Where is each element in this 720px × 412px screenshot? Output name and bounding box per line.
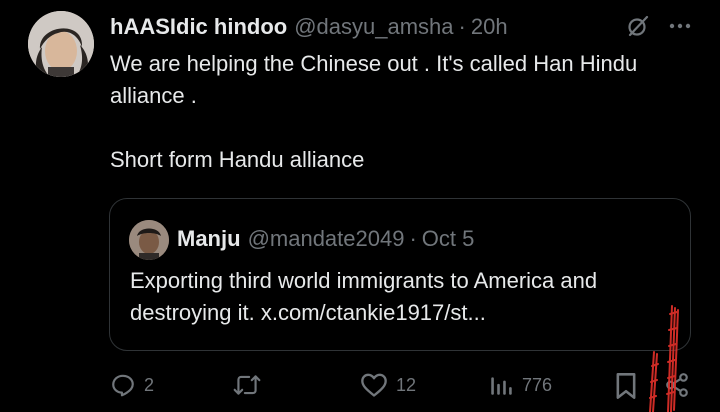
quoted-post-card[interactable]: Manju @mandate2049 · Oct 5 Exporting thi… — [109, 198, 691, 351]
quoted-post-header: Manju @mandate2049 · Oct 5 — [177, 224, 474, 254]
quoted-author-name[interactable]: Manju — [177, 226, 241, 252]
views-bar-icon — [488, 372, 514, 398]
retweet-icon — [232, 372, 262, 398]
author-handle[interactable]: @dasyu_amsha — [294, 14, 453, 40]
views-count: 776 — [522, 374, 553, 395]
reply-icon — [110, 372, 136, 398]
action-bar: 2 12 776 — [0, 368, 720, 408]
like-count: 12 — [396, 374, 417, 395]
quoted-author-avatar[interactable] — [129, 220, 169, 260]
post-text-paragraph-1: We are helping the Chinese out . It's ca… — [110, 51, 638, 108]
quoted-separator-dot: · — [409, 226, 417, 251]
like-button[interactable]: 12 — [360, 372, 416, 398]
post-header: hAASIdic hindoo @dasyu_amsha · 20h — [110, 12, 508, 42]
post-text-paragraph-2: Short form Handu alliance — [110, 147, 365, 172]
post-time[interactable]: 20h — [471, 14, 508, 40]
quoted-post-text: Exporting third world immigrants to Amer… — [130, 268, 598, 325]
views-button[interactable]: 776 — [488, 372, 552, 398]
quoted-author-handle[interactable]: @mandate2049 — [248, 226, 405, 252]
reply-count: 2 — [144, 374, 155, 395]
reply-button[interactable]: 2 — [110, 372, 154, 398]
heart-icon — [360, 372, 388, 398]
separator-dot: · — [458, 14, 466, 39]
grok-slash-icon[interactable] — [626, 14, 650, 43]
more-dots-icon[interactable] — [668, 14, 692, 43]
share-icon — [664, 372, 690, 398]
share-button[interactable] — [664, 372, 690, 398]
author-name[interactable]: hAASIdic hindoo — [110, 14, 287, 40]
quoted-post-date[interactable]: Oct 5 — [422, 226, 475, 252]
bookmark-button[interactable] — [614, 372, 638, 400]
top-right-controls — [626, 14, 692, 43]
author-avatar[interactable] — [28, 11, 94, 77]
post-text: We are helping the Chinese out . It's ca… — [110, 48, 670, 176]
bookmark-icon — [614, 372, 638, 400]
retweet-button[interactable] — [232, 372, 270, 398]
